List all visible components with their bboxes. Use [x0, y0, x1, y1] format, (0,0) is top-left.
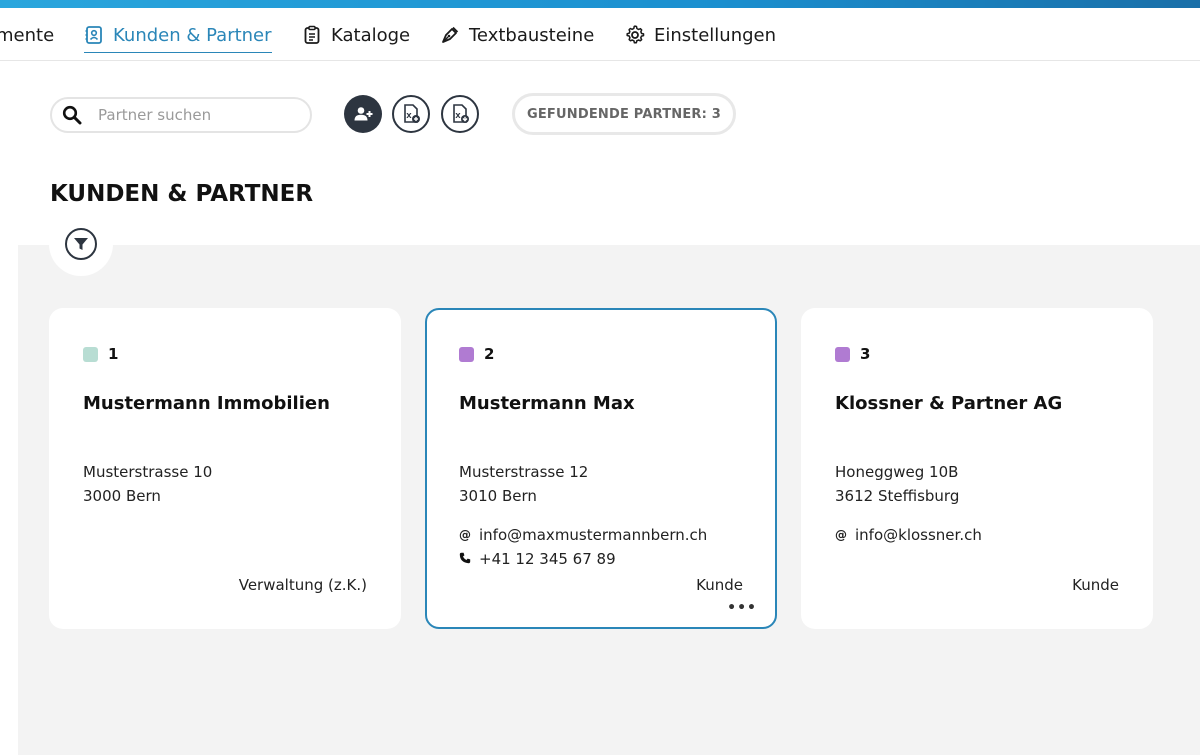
- category-dot: [835, 346, 850, 362]
- partner-card-header: 2: [459, 345, 494, 363]
- filter-icon: [74, 238, 88, 250]
- partner-number: 2: [484, 345, 495, 363]
- partner-number: 3: [860, 345, 871, 363]
- partner-phone-text: +41 12 345 67 89: [479, 550, 616, 568]
- partner-city: 3000 Bern: [83, 487, 161, 505]
- top-accent-bar: [0, 0, 1200, 8]
- at-icon: @: [459, 528, 471, 542]
- partner-street: Musterstrasse 12: [459, 463, 589, 481]
- partner-card[interactable]: 2 Mustermann Max Musterstrasse 12 3010 B…: [425, 308, 777, 629]
- nav-item-label: Kataloge: [331, 24, 411, 46]
- nav-item-textbausteine[interactable]: Textbausteine: [440, 18, 594, 52]
- contact-book-icon: [84, 25, 104, 45]
- partner-card[interactable]: 3 Klossner & Partner AG Honeggweg 10B 36…: [801, 308, 1153, 629]
- search-icon: [62, 105, 82, 125]
- partner-role: Verwaltung (z.K.): [238, 576, 367, 594]
- found-partners-count: GEFUNDENDE PARTNER: 3: [512, 93, 736, 135]
- add-partner-button[interactable]: [344, 95, 382, 133]
- at-icon: @: [835, 528, 847, 542]
- search-input[interactable]: [96, 105, 290, 125]
- partner-number: 1: [108, 345, 119, 363]
- pen-icon: [440, 25, 460, 45]
- nav-item-dokumente[interactable]: mente: [0, 18, 54, 52]
- category-dot: [83, 346, 98, 362]
- nav-item-kunden-partner[interactable]: Kunden & Partner: [84, 18, 272, 53]
- partner-name: Mustermann Max: [459, 393, 635, 414]
- excel-export-icon: X: [453, 104, 469, 123]
- partner-street: Honeggweg 10B: [835, 463, 959, 481]
- partner-email-text: info@maxmustermannbern.ch: [479, 526, 708, 544]
- partner-email[interactable]: @ info@klossner.ch: [835, 526, 982, 544]
- partner-email[interactable]: @ info@maxmustermannbern.ch: [459, 526, 707, 544]
- svg-text:X: X: [406, 112, 412, 120]
- partner-city: 3612 Steffisburg: [835, 487, 960, 505]
- partner-card[interactable]: 1 Mustermann Immobilien Musterstrasse 10…: [49, 308, 401, 629]
- phone-icon: [459, 552, 471, 566]
- partner-email-text: info@klossner.ch: [855, 526, 982, 544]
- partner-name: Klossner & Partner AG: [835, 393, 1063, 414]
- add-user-icon: [354, 107, 373, 121]
- gear-icon: [625, 25, 645, 45]
- partner-card-header: 1: [83, 345, 118, 363]
- nav-item-label: Einstellungen: [654, 24, 777, 46]
- more-options-icon[interactable]: •••: [727, 601, 757, 615]
- filter-button[interactable]: [65, 228, 97, 260]
- svg-text:X: X: [455, 112, 461, 120]
- partner-street: Musterstrasse 10: [83, 463, 213, 481]
- page-title: KUNDEN & PARTNER: [50, 181, 314, 207]
- partner-name: Mustermann Immobilien: [83, 393, 330, 414]
- partner-card-header: 3: [835, 345, 870, 363]
- nav-item-einstellungen[interactable]: Einstellungen: [625, 18, 776, 52]
- partner-search: [50, 97, 312, 133]
- main-nav: mente Kunden & Partner Kataloge Textbaus…: [0, 8, 1200, 61]
- export-excel-button[interactable]: X: [441, 95, 479, 133]
- nav-item-label: Textbausteine: [469, 24, 595, 46]
- partner-address: Musterstrasse 12 3010 Bern: [459, 460, 588, 508]
- partner-role: Kunde: [696, 576, 743, 594]
- nav-item-label: mente: [0, 24, 55, 46]
- import-excel-button[interactable]: X: [392, 95, 430, 133]
- category-dot: [459, 346, 474, 362]
- partner-address: Honeggweg 10B 3612 Steffisburg: [835, 460, 959, 508]
- excel-import-icon: X: [404, 104, 420, 123]
- partner-city: 3010 Bern: [459, 487, 537, 505]
- nav-item-label: Kunden & Partner: [113, 24, 272, 46]
- partner-role: Kunde: [1072, 576, 1119, 594]
- clipboard-icon: [302, 25, 322, 45]
- partner-address: Musterstrasse 10 3000 Bern: [83, 460, 212, 508]
- nav-item-kataloge[interactable]: Kataloge: [302, 18, 410, 52]
- partner-phone[interactable]: +41 12 345 67 89: [459, 550, 616, 568]
